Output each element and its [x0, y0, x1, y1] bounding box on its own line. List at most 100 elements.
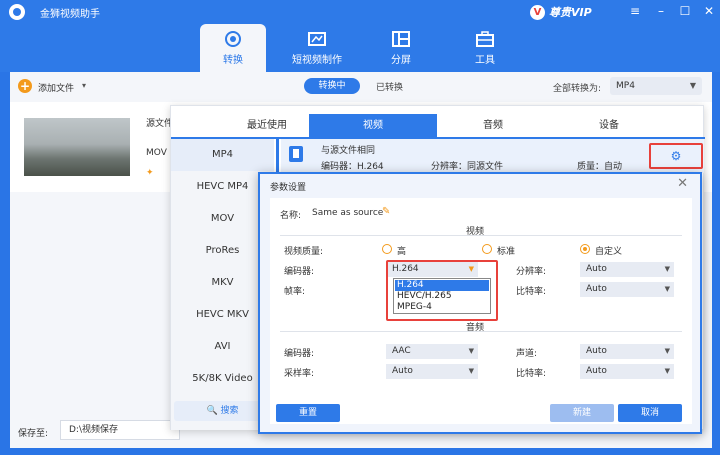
audio-bitrate-label: 比特率:	[516, 369, 547, 379]
chevron-down-icon: ▼	[664, 367, 670, 375]
convert-all-label: 全部转换为:	[553, 84, 602, 94]
radio-label: 自定义	[595, 247, 623, 257]
framerate-label: 帧率:	[284, 287, 306, 297]
divider	[280, 235, 682, 236]
bitrate-value: Auto	[586, 284, 607, 294]
edit-icon[interactable]: ✎	[382, 206, 390, 217]
tab-device[interactable]: 设备	[545, 114, 673, 138]
nav-label: 分屏	[391, 55, 411, 66]
cancel-button[interactable]: 取消	[618, 404, 682, 422]
nav-label: 转换	[223, 55, 243, 66]
search-label: 搜索	[220, 406, 239, 416]
chevron-down-icon[interactable]: ▾	[82, 81, 86, 90]
resolution-value: Auto	[586, 264, 607, 274]
preset-name: 与源文件相同	[321, 146, 376, 156]
radio-quality-custom[interactable]	[580, 244, 590, 254]
audio-encoder-value: AAC	[392, 346, 411, 356]
nav-label: 短视频制作	[292, 55, 342, 66]
parameter-dialog: 参数设置 ✕ 名称: Same as source ✎ 视频 视频质量: 高 标…	[258, 172, 702, 434]
audio-bitrate-select[interactable]: Auto ▼	[580, 364, 674, 379]
file-format: MOV	[146, 148, 167, 158]
chevron-down-icon: ▼	[468, 367, 474, 375]
quality-label: 视频质量:	[284, 247, 324, 257]
reset-button[interactable]: 重置	[276, 404, 340, 422]
close-button[interactable]: ✕	[702, 4, 716, 18]
add-file-button[interactable]: 添加文件	[38, 81, 74, 94]
convert-all-select[interactable]: MP4 ▼	[610, 77, 702, 95]
add-file-icon[interactable]: +	[18, 79, 32, 93]
samplerate-select[interactable]: Auto ▼	[386, 364, 478, 379]
channel-label: 声道:	[516, 349, 538, 359]
app-logo-icon	[9, 4, 25, 20]
audio-encoder-label: 编码器:	[284, 349, 315, 359]
nav-tab-convert[interactable]: 转换	[200, 24, 266, 72]
highlight-box	[386, 260, 498, 321]
bitrate-select[interactable]: Auto ▼	[580, 282, 674, 297]
channel-value: Auto	[586, 346, 607, 356]
vip-badge[interactable]: V 尊贵VIP	[530, 4, 592, 20]
preset-quality: 质量：自动	[577, 162, 623, 172]
close-icon[interactable]: ✕	[677, 176, 688, 191]
samplerate-label: 采样率:	[284, 369, 315, 379]
nav-tab-short-video[interactable]: 短视频制作	[284, 24, 350, 72]
nav-tab-split-screen[interactable]: 分屏	[368, 24, 434, 72]
gear-icon: ⚙	[670, 149, 682, 163]
samplerate-value: Auto	[392, 366, 413, 376]
video-file-icon	[289, 146, 303, 162]
title-bar: 金狮视频助手 V 尊贵VIP ≡ – ☐ ✕	[0, 0, 720, 24]
split-screen-icon	[392, 31, 410, 47]
top-nav: 转换 短视频制作 分屏 工具	[0, 24, 720, 72]
dialog-body: 名称: Same as source ✎ 视频 视频质量: 高 标准 自定义 编…	[270, 198, 692, 424]
short-video-icon	[308, 32, 326, 46]
encoder-label: 编码器:	[284, 267, 315, 277]
radio-label: 标准	[497, 247, 516, 257]
format-tabs: 最近使用 视频 音频 设备	[171, 114, 705, 138]
nav-tab-tools[interactable]: 工具	[452, 24, 518, 72]
source-file-label: 源文件	[146, 119, 174, 129]
resolution-select[interactable]: Auto ▼	[580, 262, 674, 277]
name-label: 名称:	[280, 211, 302, 221]
nav-label: 工具	[475, 55, 495, 66]
format-item[interactable]: MP4	[171, 139, 274, 171]
bitrate-label: 比特率:	[516, 287, 547, 297]
resolution-label: 分辨率:	[516, 267, 547, 277]
chevron-down-icon: ▼	[664, 265, 670, 273]
chevron-down-icon: ▼	[664, 347, 670, 355]
maximize-button[interactable]: ☐	[678, 4, 692, 18]
radio-label: 高	[397, 247, 407, 257]
menu-icon[interactable]: ≡	[628, 4, 642, 18]
audio-encoder-select[interactable]: AAC ▼	[386, 344, 478, 359]
radio-quality-high[interactable]	[382, 244, 392, 254]
video-thumbnail[interactable]	[24, 118, 130, 176]
save-path-field[interactable]: D:\视频保存	[60, 420, 180, 440]
name-value: Same as source	[312, 208, 384, 218]
new-button[interactable]: 新建	[550, 404, 614, 422]
settings-gear-button[interactable]: ⚙	[649, 143, 703, 169]
tab-audio[interactable]: 音频	[429, 114, 557, 138]
radio-quality-standard[interactable]	[482, 244, 492, 254]
save-path-value: D:\视频保存	[69, 425, 118, 435]
preset-resolution: 分辨率：同源文件	[431, 162, 504, 172]
magic-wand-icon[interactable]: ✦	[146, 168, 154, 178]
preset-encoder: 编码器：H.264	[321, 162, 384, 172]
chevron-down-icon: ▼	[689, 81, 696, 90]
channel-select[interactable]: Auto ▼	[580, 344, 674, 359]
vip-label: 尊贵VIP	[549, 6, 592, 19]
search-button[interactable]: 🔍 搜索	[174, 401, 271, 421]
dialog-title: 参数设置	[270, 183, 307, 193]
minimize-button[interactable]: –	[654, 4, 668, 18]
chevron-down-icon: ▼	[468, 347, 474, 355]
preset-row[interactable]: 与源文件相同 编码器：H.264 分辨率：同源文件 质量：自动 ⚙	[281, 139, 704, 173]
toolbar: + 添加文件 ▾ 转换中 已转换 全部转换为: MP4 ▼	[10, 72, 712, 100]
search-icon: 🔍	[206, 406, 218, 416]
convert-icon	[225, 31, 241, 47]
app-title: 金狮视频助手	[40, 9, 100, 20]
save-label: 保存至:	[18, 429, 49, 439]
tab-converting[interactable]: 转换中	[304, 78, 360, 94]
convert-all-value: MP4	[616, 81, 635, 91]
audio-bitrate-value: Auto	[586, 366, 607, 376]
chevron-down-icon: ▼	[664, 285, 670, 293]
divider	[280, 331, 682, 332]
tab-video[interactable]: 视频	[309, 114, 437, 138]
tab-converted[interactable]: 已转换	[376, 80, 403, 93]
